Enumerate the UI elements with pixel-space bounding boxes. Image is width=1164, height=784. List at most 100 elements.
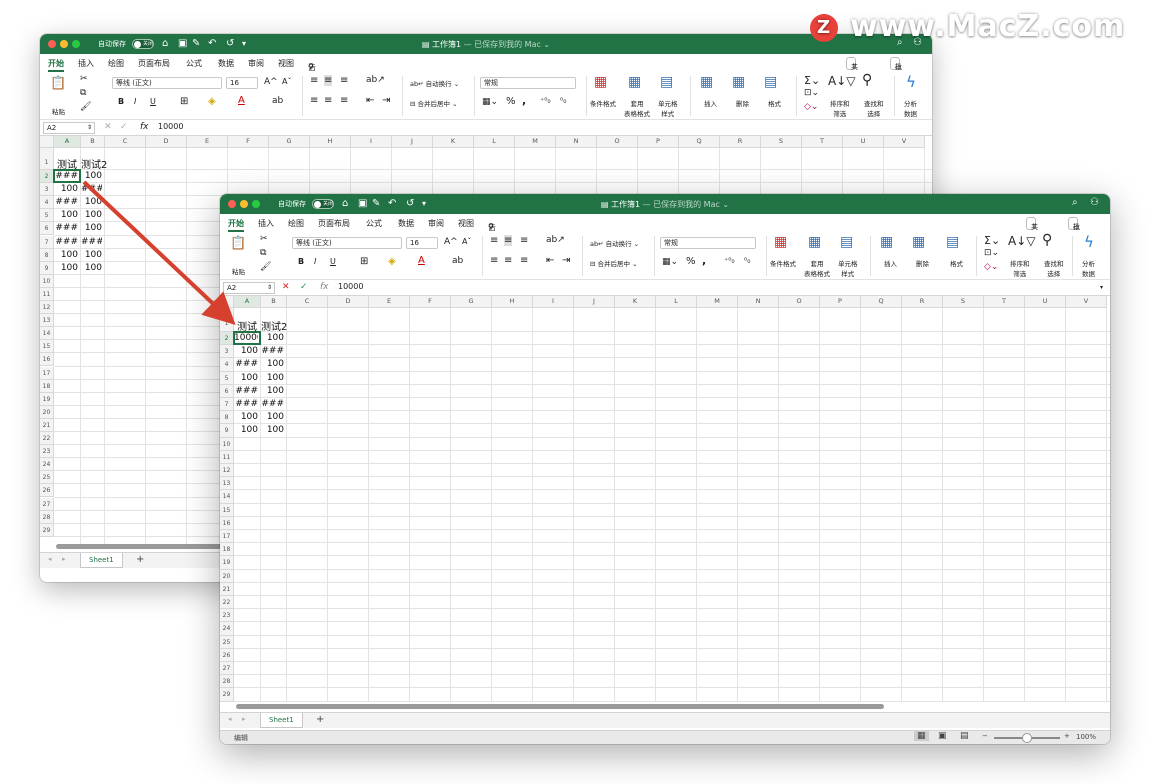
column-header-i[interactable]: I xyxy=(351,136,392,148)
cell-a4[interactable]: ### xyxy=(54,197,78,208)
increase-decimal-icon[interactable]: ⁺⁰₀ xyxy=(540,96,551,105)
cell-b1[interactable]: 测试2 xyxy=(261,318,297,331)
row-header-21[interactable]: 21 xyxy=(40,418,54,432)
conditional-format-icon[interactable]: ▦ xyxy=(594,74,607,90)
row-header-8[interactable]: 8 xyxy=(220,411,234,425)
select-all-corner[interactable] xyxy=(220,296,234,308)
paste-icon[interactable]: 📋 xyxy=(230,236,246,251)
cell-styles-icon[interactable]: ▤ xyxy=(840,234,853,250)
share-button[interactable]: ⇪ 共享 xyxy=(846,57,858,82)
font-size-select[interactable]: 16 xyxy=(226,77,258,89)
format-painter-icon[interactable]: 🖌 xyxy=(80,102,91,112)
cell-styles-icon[interactable]: ▤ xyxy=(660,74,673,90)
conditional-format-label[interactable]: 条件格式 xyxy=(590,98,616,108)
cell-area[interactable] xyxy=(234,308,1110,702)
row-header-10[interactable]: 10 xyxy=(40,274,54,288)
row-header-1[interactable]: 1 xyxy=(40,148,54,170)
font-name-select[interactable]: 等线 (正文) xyxy=(292,237,402,249)
sort-filter-icon[interactable]: A↓▽ xyxy=(828,74,856,88)
row-header-17[interactable]: 17 xyxy=(40,366,54,380)
column-header-f[interactable]: F xyxy=(410,296,451,308)
column-header-u[interactable]: U xyxy=(843,136,884,148)
row-header-26[interactable]: 26 xyxy=(40,484,54,498)
cell-b8[interactable]: 100 xyxy=(81,250,102,261)
cell-b9[interactable]: 100 xyxy=(81,263,102,274)
column-header-h[interactable]: H xyxy=(492,296,533,308)
cell-a3[interactable]: 100 xyxy=(234,346,258,357)
analyze-data-icon[interactable]: ϟ xyxy=(906,73,916,91)
insert-cells-icon[interactable]: ▦ xyxy=(880,234,893,250)
enter-icon[interactable]: ✓ xyxy=(120,122,128,132)
phonetic-icon[interactable]: ab xyxy=(272,96,283,106)
column-header-q[interactable]: Q xyxy=(861,296,902,308)
align-left-icon[interactable]: ≡ xyxy=(490,255,498,266)
cell-a1[interactable]: 测试 xyxy=(237,318,264,331)
row-header-20[interactable]: 20 xyxy=(40,405,54,419)
decrease-font-icon[interactable]: Aˇ xyxy=(282,77,291,86)
cell-b1[interactable]: 测试2 xyxy=(81,156,115,169)
fill-color-icon[interactable]: ◈ xyxy=(208,96,216,107)
fill-color-icon[interactable]: ◈ xyxy=(388,256,396,267)
zoom-out-button[interactable]: − xyxy=(982,732,988,740)
increase-indent-icon[interactable]: ⇥ xyxy=(562,255,570,266)
sheet-tab-sheet1[interactable]: Sheet1 xyxy=(260,713,303,728)
wrap-text-button[interactable]: ab↵ 自动换行 ⌄ xyxy=(590,238,639,248)
row-header-18[interactable]: 18 xyxy=(40,379,54,393)
find-select-icon[interactable]: ⚲ xyxy=(1042,232,1052,248)
cell-a7[interactable]: ### xyxy=(234,399,258,410)
next-sheet-icon[interactable]: ▸ xyxy=(242,715,246,723)
column-header-m[interactable]: M xyxy=(515,136,556,148)
insert-cells-label[interactable]: 插入 xyxy=(704,98,717,108)
borders-icon[interactable]: ⊞ xyxy=(180,96,188,107)
format-as-table-icon[interactable]: ▦ xyxy=(808,234,821,250)
copy-icon[interactable]: ⧉ xyxy=(80,88,86,98)
column-header-j[interactable]: J xyxy=(392,136,433,148)
column-header-j[interactable]: J xyxy=(574,296,615,308)
zoom-in-button[interactable]: + xyxy=(1064,732,1070,740)
delete-cells-label[interactable]: 删除 xyxy=(916,258,929,268)
row-header-19[interactable]: 19 xyxy=(40,392,54,406)
fill-icon[interactable]: ⊡⌄ xyxy=(804,88,819,98)
formula-input[interactable]: 10000 xyxy=(158,122,183,131)
cell-b3[interactable]: ### xyxy=(261,346,284,357)
cell-b6[interactable]: 100 xyxy=(81,223,102,234)
tab-view[interactable]: 视图 xyxy=(278,58,294,69)
row-header-14[interactable]: 14 xyxy=(40,327,54,341)
tab-formulas[interactable]: 公式 xyxy=(366,218,382,229)
comma-style-button[interactable]: , xyxy=(522,94,526,107)
insert-cells-icon[interactable]: ▦ xyxy=(700,74,713,90)
row-header-3[interactable]: 3 xyxy=(220,345,234,359)
column-header-q[interactable]: Q xyxy=(679,136,720,148)
find-select-icon[interactable]: ⚲ xyxy=(862,72,872,88)
merge-center-button[interactable]: ⊟ 合并后居中 ⌄ xyxy=(410,98,458,108)
cell-a5[interactable]: 100 xyxy=(234,373,258,384)
column-header-b[interactable]: B xyxy=(261,296,287,308)
phonetic-icon[interactable]: ab xyxy=(452,256,463,266)
font-size-select[interactable]: 16 xyxy=(406,237,438,249)
row-header-16[interactable]: 16 xyxy=(220,516,234,530)
cell-a6[interactable]: ### xyxy=(234,386,258,397)
column-header-l[interactable]: L xyxy=(656,296,697,308)
row-header-10[interactable]: 10 xyxy=(220,437,234,451)
row-header-4[interactable]: 4 xyxy=(220,358,234,372)
decrease-decimal-icon[interactable]: ⁰₀ xyxy=(744,256,750,265)
cancel-icon[interactable]: ✕ xyxy=(104,122,112,132)
row-header-4[interactable]: 4 xyxy=(40,196,54,210)
page-layout-view-icon[interactable]: ▣ xyxy=(938,731,947,741)
format-as-table-label[interactable]: 套用 表格格式 xyxy=(804,258,830,278)
insert-function-button[interactable]: fx xyxy=(140,122,149,132)
cell-a3[interactable]: 100 xyxy=(54,184,78,195)
tab-draw[interactable]: 绘图 xyxy=(108,58,124,69)
italic-button[interactable]: I xyxy=(134,97,136,106)
normal-view-icon[interactable]: ▦ xyxy=(914,731,929,741)
row-header-25[interactable]: 25 xyxy=(220,635,234,649)
share-button[interactable]: ⇪ 共享 xyxy=(1026,217,1038,242)
increase-font-icon[interactable]: A^ xyxy=(264,77,278,87)
paste-icon[interactable]: 📋 xyxy=(50,76,66,91)
cell-b2[interactable]: 100 xyxy=(261,333,284,344)
prev-sheet-icon[interactable]: ◂ xyxy=(48,555,52,563)
copy-icon[interactable]: ⧉ xyxy=(260,248,266,258)
borders-icon[interactable]: ⊞ xyxy=(360,256,368,267)
column-header-i[interactable]: I xyxy=(533,296,574,308)
column-header-l[interactable]: L xyxy=(474,136,515,148)
